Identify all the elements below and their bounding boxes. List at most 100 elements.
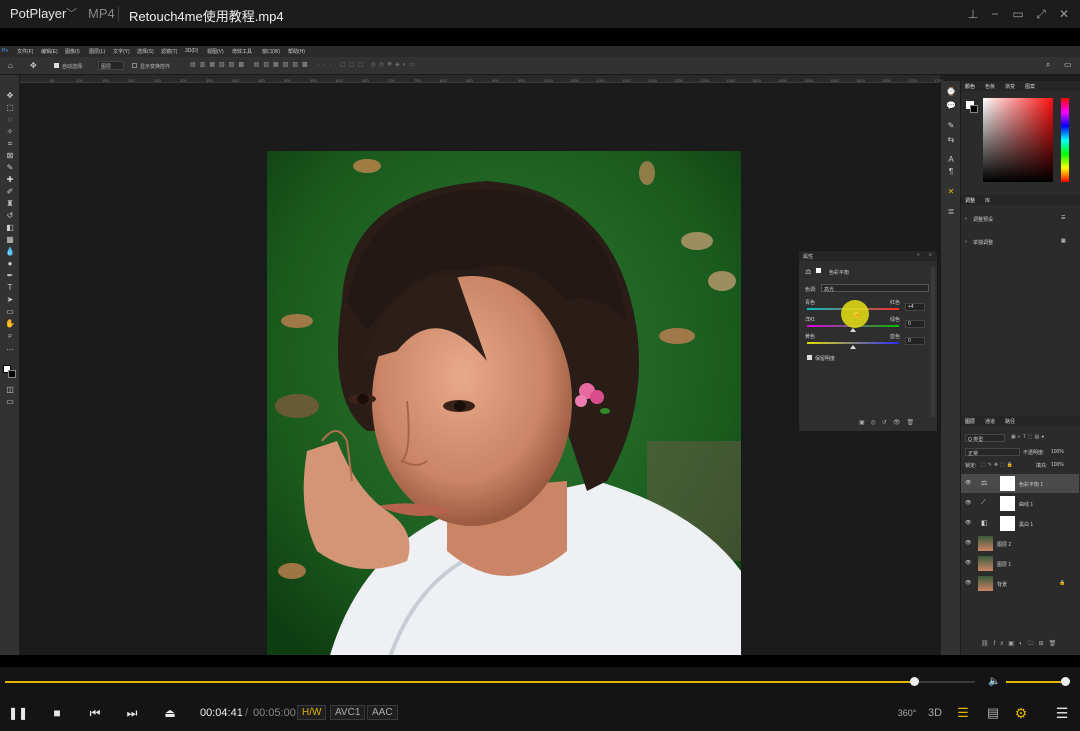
menu-item[interactable]: 3D(D) [185,48,198,54]
home-icon[interactable]: ⌂ [8,61,13,70]
eyedropper-icon[interactable]: ✎ [4,163,16,173]
stamp-icon[interactable]: ♜ [4,199,16,209]
search-icon[interactable]: ⌕ [1046,60,1050,70]
menu-item[interactable]: 选择(S) [137,48,154,55]
hand-icon[interactable]: ✋ [4,319,16,329]
brush-settings-icon[interactable]: ✎ [945,121,957,131]
pin-icon[interactable]: ⊥ [964,5,982,23]
move-icon[interactable]: ✥ [4,91,16,101]
eye-icon[interactable]: 👁 [965,540,971,546]
zoom-icon[interactable]: ⌕ [4,331,16,341]
3d-mode-icons[interactable]: ▢▢▢ ◎◎✥◈◐▭ [340,61,418,68]
panel-menu-icon[interactable]: ≡ [929,252,932,258]
type-icon[interactable]: T [4,283,16,293]
history-icon[interactable]: ⌚ [945,87,957,97]
more-tools-icon[interactable]: ··· [4,345,16,355]
minimize-icon[interactable]: − [986,5,1004,23]
tab-channels[interactable]: 通道 [985,418,995,425]
quick-mask-icon[interactable]: ◫ [4,385,16,395]
adjustments-icon[interactable]: ⇆ [945,135,957,145]
menu-icon[interactable]: ☰ [1052,703,1072,723]
eye-icon[interactable]: 👁 [965,520,971,526]
menu-item[interactable]: 图层(L) [89,48,105,55]
fill-value[interactable]: 100% [1051,462,1064,468]
mask-icon[interactable] [815,267,822,274]
tab-swatches[interactable]: 色板 [985,83,995,90]
previous-icon[interactable]: ⏮ [85,703,105,723]
magenta-green-value[interactable]: 0 [905,320,925,328]
list-view-icon[interactable]: ☰ [1061,215,1065,221]
maximize-icon[interactable]: ▭ [1009,5,1027,23]
player-brand[interactable]: PotPlayer [10,6,66,21]
layer-filter-icons[interactable]: ▣◐T⬚▤● [1011,434,1046,440]
tab-layers[interactable]: 图层 [965,418,975,425]
tab-color[interactable]: 颜色 [965,83,975,90]
comments-icon[interactable]: 💬 [945,101,957,111]
properties-icon[interactable]: ≣ [945,207,957,217]
vr360-icon[interactable]: 360° [895,703,919,723]
cyan-red-value[interactable]: +4 [905,303,925,311]
volume-handle[interactable] [1061,677,1070,686]
crop-icon[interactable]: ⌗ [4,139,16,149]
tab-paths[interactable]: 路径 [1005,418,1015,425]
magenta-green-slider-handle[interactable] [850,328,856,332]
tone-dropdown[interactable]: 高光 [821,284,929,293]
show-transform-checkbox[interactable] [132,63,137,68]
scrollbar[interactable] [931,267,935,417]
layer-name[interactable]: 曲线 1 [1019,501,1033,508]
seek-bar[interactable]: 🔈 [0,667,1080,695]
video-codec-badge[interactable]: AVC1 [330,705,366,720]
menu-item[interactable]: 增效工具 [232,48,252,55]
menu-item[interactable]: 编辑(E) [41,48,58,55]
layer-name[interactable]: 背景 [997,581,1007,588]
screen-mode-icon[interactable]: ▭ [4,397,16,407]
opacity-value[interactable]: 100% [1051,449,1064,455]
next-icon[interactable]: ⏭ [122,703,142,723]
layer-filter-dropdown[interactable]: Q 类型 [965,434,1005,443]
eye-icon[interactable]: 👁 [965,560,971,566]
seek-handle[interactable] [909,677,919,686]
yellow-blue-slider-handle[interactable] [850,345,856,349]
layer-name[interactable]: 黑白 1 [1019,521,1033,528]
3d-icon[interactable]: 3D [925,703,945,723]
color-picker-field[interactable] [983,98,1053,182]
collapse-icon[interactable]: » [917,252,920,258]
single-adjust-item[interactable]: 单独调整 [973,239,993,246]
layer-name[interactable]: 图层 1 [997,561,1011,568]
preserve-luminosity-checkbox[interactable] [807,355,812,360]
menu-item[interactable]: 图像(I) [65,48,80,55]
layer-row[interactable]: 👁 背景 🔒 [961,574,1079,593]
chapter-icon[interactable]: ▤ [983,703,1003,723]
pen-icon[interactable]: ✒ [4,271,16,281]
chevron-right-icon[interactable]: › [965,216,967,222]
layer-row[interactable]: 👁 图层 2 [961,534,1079,553]
yellow-blue-value[interactable]: 0 [905,337,925,345]
auto-select-checkbox[interactable] [54,63,59,68]
fullscreen-icon[interactable]: ⤢ [1032,5,1050,23]
adjust-presets-item[interactable]: 调整预设 [973,216,993,223]
magic-wand-icon[interactable]: ✧ [4,127,16,137]
blend-mode-dropdown[interactable]: 正常 [965,448,1020,457]
hw-decode-badge[interactable]: H/W [297,705,327,720]
blur-icon[interactable]: 💧 [4,247,16,257]
menu-item[interactable]: 视图(V) [207,48,224,55]
menu-item[interactable]: 滤镜(T) [161,48,177,55]
path-select-icon[interactable]: ➤ [4,295,16,305]
tools-cross-icon[interactable]: ✕ [945,187,957,197]
healing-brush-icon[interactable]: ✚ [4,175,16,185]
settings-gear-icon[interactable]: ⚙ [1011,703,1031,723]
character-icon[interactable]: A [945,155,957,165]
layer-row[interactable]: 👁 ◧ 黑白 1 [961,514,1079,533]
background-color-swatch[interactable] [8,370,16,378]
menu-item[interactable]: 文字(Y) [113,48,130,55]
eye-icon[interactable]: 👁 [965,500,971,506]
chevron-right-icon[interactable]: › [965,239,967,245]
gradient-icon[interactable]: ▦ [4,235,16,245]
eject-icon[interactable]: ⏏ [160,703,180,723]
background-swatch[interactable] [970,105,978,113]
workspace-icon[interactable]: ▭ [1064,60,1072,69]
menu-item[interactable]: 窗口(W) [262,48,280,55]
tab-libraries[interactable]: 库 [985,197,990,204]
eye-icon[interactable]: 👁 [965,580,971,586]
layer-name[interactable]: 图层 2 [997,541,1011,548]
